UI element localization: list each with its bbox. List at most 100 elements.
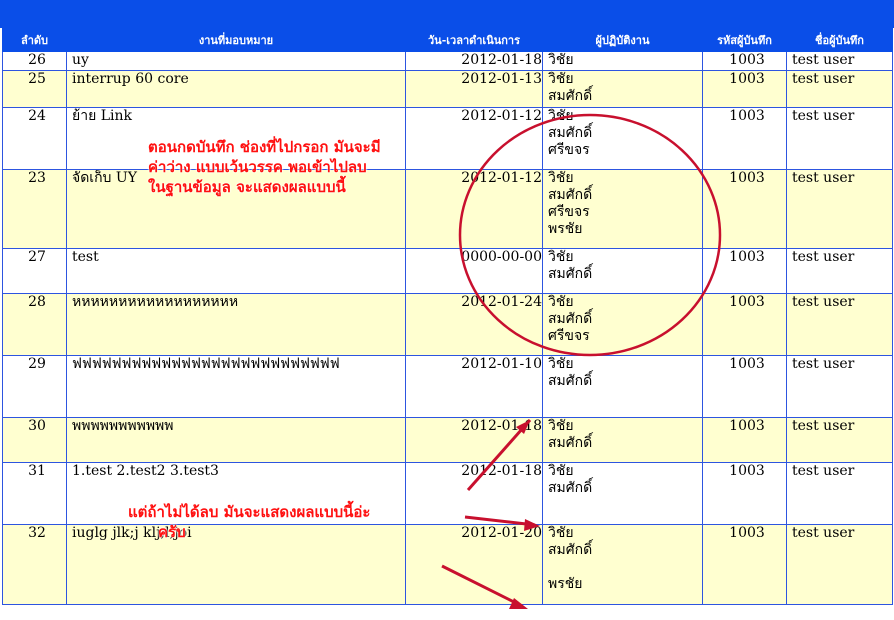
row-date: 2012-01-12	[405, 169, 543, 249]
row-recorder-name: test user	[786, 417, 893, 463]
row-task: ฟฟฟฟฟฟฟฟฟฟฟฟฟฟฟฟฟฟฟฟฟฟฟฟฟฟฟ	[66, 355, 406, 418]
table-row: 30 พพพพพพพพพพพ 2012-01-18 วิชัย สมศักดิ์ 1003…	[2, 417, 893, 463]
row-recorder-code: 1003	[702, 51, 787, 71]
row-no: 26	[2, 51, 67, 71]
row-task: interrup 60 core	[66, 70, 406, 108]
operator-name: สมศักดิ์	[548, 435, 593, 451]
operator-name: วิชัย	[548, 294, 574, 311]
operator-name: วิชัย	[548, 356, 574, 373]
row-recorder-code: 1003	[702, 70, 787, 108]
row-recorder-code: 1003	[702, 248, 787, 294]
header-band	[0, 0, 894, 28]
row-recorder-name: test user	[786, 169, 893, 249]
table-row: 29 ฟฟฟฟฟฟฟฟฟฟฟฟฟฟฟฟฟฟฟฟฟฟฟฟฟฟฟ 2012-01-10 ว…	[2, 355, 893, 418]
row-no: 31	[2, 462, 67, 525]
operator-name: ศรีขจร	[548, 204, 590, 220]
table-row: 26 uy 2012-01-18 วิชัย 1003 test user	[2, 51, 893, 71]
operator-name: สมศักดิ์	[548, 542, 593, 558]
operator-name: พรชัย	[548, 221, 583, 237]
row-date: 2012-01-12	[405, 107, 543, 170]
row-recorder-name: test user	[786, 355, 893, 418]
row-date: 2012-01-18	[405, 462, 543, 525]
operator-name: ศรีขจร	[548, 328, 590, 344]
row-date: 2012-01-10	[405, 355, 543, 418]
row-date: 2012-01-20	[405, 524, 543, 605]
row-task: พพพพพพพพพพพ	[66, 417, 406, 463]
row-recorder-name: test user	[786, 248, 893, 294]
row-date: 2012-01-18	[405, 51, 543, 71]
operator-name: สมศักดิ์	[548, 480, 593, 496]
annotation-top-line-1: ตอนกดบันทึก ช่องที่ไปกรอก มันจะมี	[148, 138, 381, 156]
row-recorder-code: 1003	[702, 293, 787, 356]
row-no: 32	[2, 524, 67, 605]
operator-name: สมศักดิ์	[548, 311, 593, 327]
operator-name: วิชัย	[548, 71, 574, 88]
row-date: 2012-01-24	[405, 293, 543, 356]
header-task: งานที่มอบหมาย	[66, 26, 406, 52]
table-row: 28 หหหหหหหหหหหหหหหหหห 2012-01-24 วิชัย สมศัก…	[2, 293, 893, 356]
row-recorder-code: 1003	[702, 107, 787, 170]
operator-name: วิชัย	[548, 170, 574, 187]
row-no: 25	[2, 70, 67, 108]
row-operators: วิชัย สมศักดิ์ ศรีขจร	[542, 107, 703, 170]
table-row: 27 test 0000-00-00 วิชัย สมศักดิ์ 1003 test us…	[2, 248, 893, 294]
row-task: uy	[66, 51, 406, 71]
header-no: ลำดับ	[2, 26, 67, 52]
table-row: 24 ย้าย Link 2012-01-12 วิชัย สมศักดิ์ ศรีขจร…	[2, 107, 893, 170]
row-task: test	[66, 248, 406, 294]
operator-name: วิชัย	[548, 463, 574, 480]
operator-name: สมศักดิ์	[548, 125, 593, 141]
row-date: 2012-01-13	[405, 70, 543, 108]
operator-name: สมศักดิ์	[548, 266, 593, 282]
operator-name	[548, 559, 702, 576]
row-operators: วิชัย สมศักดิ์	[542, 248, 703, 294]
row-no: 29	[2, 355, 67, 418]
annotation-top-note: ตอนกดบันทึก ช่องที่ไปกรอก มันจะมี ค่าว่า…	[148, 137, 381, 197]
row-operators: วิชัย สมศักดิ์ ศรีขจร	[542, 293, 703, 356]
row-recorder-name: test user	[786, 51, 893, 71]
operator-name: วิชัย	[548, 108, 574, 125]
header-datetime: วัน-เวลาดำเนินการ	[405, 26, 543, 52]
table-header-row: ลำดับ งานที่มอบหมาย วัน-เวลาดำเนินการ ผู…	[2, 26, 893, 52]
annotation-bottom-note: แต่ถ้าไม่ได้ลบ มันจะแสดงผลแบบนี้อ่ะ ครับ	[128, 502, 370, 542]
row-operators: วิชัย สมศักดิ์ พรชัย	[542, 524, 703, 605]
operator-name: สมศักดิ์	[548, 187, 593, 203]
operator-name: วิชัย	[548, 525, 574, 542]
operator-name: ศรีขจร	[548, 142, 590, 158]
row-recorder-name: test user	[786, 524, 893, 605]
annotation-top-line-2: ค่าว่าง แบบเว้นวรรค พอเข้าไปลบ	[148, 158, 367, 176]
row-recorder-name: test user	[786, 462, 893, 525]
annotation-bottom-line-1: แต่ถ้าไม่ได้ลบ มันจะแสดงผลแบบนี้อ่ะ	[128, 503, 371, 521]
annotation-bottom-line-2: ครับ	[158, 523, 186, 541]
operator-name: วิชัย	[548, 249, 574, 266]
row-recorder-code: 1003	[702, 417, 787, 463]
operator-name: พรชัย	[548, 576, 583, 592]
row-recorder-code: 1003	[702, 169, 787, 249]
header-operators: ผู้ปฏิบัติงาน	[542, 26, 703, 52]
row-operators: วิชัย สมศักดิ์ ศรีขจร พรชัย	[542, 169, 703, 249]
header-recorder-code: รหัสผู้บันทึก	[702, 26, 787, 52]
row-operators: วิชัย สมศักดิ์	[542, 417, 703, 463]
table-row: 23 จัดเก็บ UY 2012-01-12 วิชัย สมศักดิ์ ศรีขจ…	[2, 169, 893, 249]
row-no: 30	[2, 417, 67, 463]
operator-name: สมศักดิ์	[548, 373, 593, 389]
row-recorder-name: test user	[786, 293, 893, 356]
header-recorder-name: ชื่อผู้บันทึก	[786, 26, 893, 52]
row-no: 28	[2, 293, 67, 356]
row-no: 24	[2, 107, 67, 170]
row-operators: วิชัย สมศักดิ์	[542, 462, 703, 525]
annotation-top-line-3: ในฐานข้อมูล จะแสดงผลแบบนี้	[148, 178, 346, 196]
row-recorder-code: 1003	[702, 355, 787, 418]
row-operators: วิชัย สมศักดิ์	[542, 70, 703, 108]
row-date: 2012-01-18	[405, 417, 543, 463]
row-recorder-code: 1003	[702, 462, 787, 525]
row-operators: วิชัย	[542, 51, 703, 71]
row-operators: วิชัย สมศักดิ์	[542, 355, 703, 418]
row-recorder-code: 1003	[702, 524, 787, 605]
row-date: 0000-00-00	[405, 248, 543, 294]
operator-name: วิชัย	[548, 418, 574, 435]
row-task: หหหหหหหหหหหหหหหหหห	[66, 293, 406, 356]
row-no: 27	[2, 248, 67, 294]
row-recorder-name: test user	[786, 70, 893, 108]
operator-name: วิชัย	[548, 52, 574, 69]
